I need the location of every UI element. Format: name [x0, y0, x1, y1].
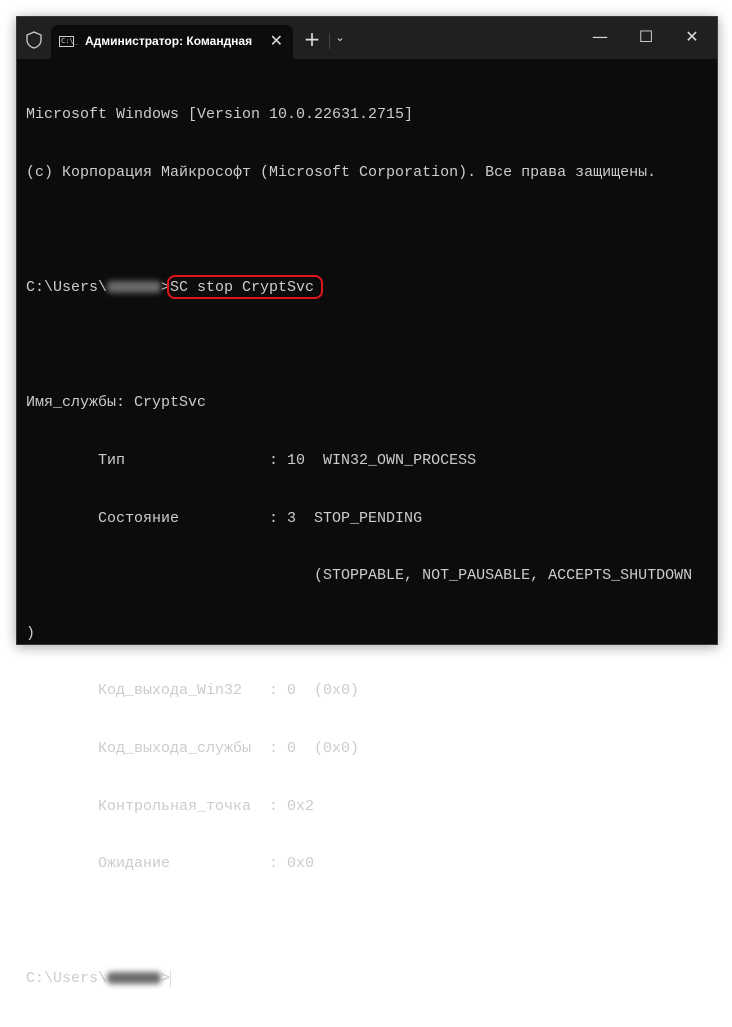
tab-close-button[interactable]: ✕	[270, 31, 283, 50]
terminal-line: (STOPPABLE, NOT_PAUSABLE, ACCEPTS_SHUTDO…	[26, 567, 693, 585]
terminal-line: Имя_службы: CryptSvc	[26, 394, 207, 412]
command-line: C:\Users\ >SC stop CryptSvc	[26, 275, 692, 300]
terminal-line: Код_выхода_службы : 0 (0x0)	[26, 739, 360, 757]
terminal-line: Тип : 10 WIN32_OWN_PROCESS	[26, 451, 477, 469]
divider	[329, 33, 330, 49]
terminal-line: )	[26, 624, 36, 642]
terminal-line: (c) Корпорация Майкрософт (Microsoft Cor…	[26, 164, 657, 181]
tab-dropdown-button[interactable]: ⌄	[332, 31, 348, 44]
terminal-line: Microsoft Windows [Version 10.0.22631.27…	[26, 106, 414, 124]
terminal-line: Состояние : 3 STOP_PENDING	[26, 509, 423, 527]
blurred-username	[107, 972, 162, 985]
terminal-line: Ожидание : 0x0	[26, 855, 315, 873]
minimize-button[interactable]: —	[577, 27, 623, 46]
blurred-username	[107, 281, 162, 294]
highlight-box	[167, 275, 323, 300]
maximize-button[interactable]: ☐	[623, 27, 669, 46]
terminal-line: Код_выхода_Win32 : 0 (0x0)	[26, 682, 360, 700]
close-button[interactable]: ✕	[669, 27, 715, 46]
prompt-suffix: >	[161, 970, 171, 988]
prompt-prefix: C:\Users\	[26, 279, 108, 297]
tab-title: Администратор: Командная	[85, 34, 253, 48]
terminal-window: C:\_ Администратор: Командная ✕ + ⌄ — ☐ …	[16, 16, 718, 987]
terminal-line: Контрольная_точка : 0x2	[26, 797, 315, 815]
new-tab-button[interactable]: +	[300, 27, 324, 51]
cmd-icon: C:\_	[59, 36, 78, 47]
shield-icon	[26, 31, 42, 49]
prompt-prefix: C:\Users\	[26, 970, 108, 988]
text-cursor	[170, 969, 172, 987]
terminal-output[interactable]: Microsoft Windows [Version 10.0.22631.27…	[26, 67, 692, 1027]
title-bar: C:\_ Администратор: Командная ✕ + ⌄ — ☐ …	[17, 17, 717, 59]
tab-command-prompt[interactable]: C:\_ Администратор: Командная ✕	[51, 25, 293, 59]
prompt-line: C:\Users\ >	[26, 969, 692, 988]
